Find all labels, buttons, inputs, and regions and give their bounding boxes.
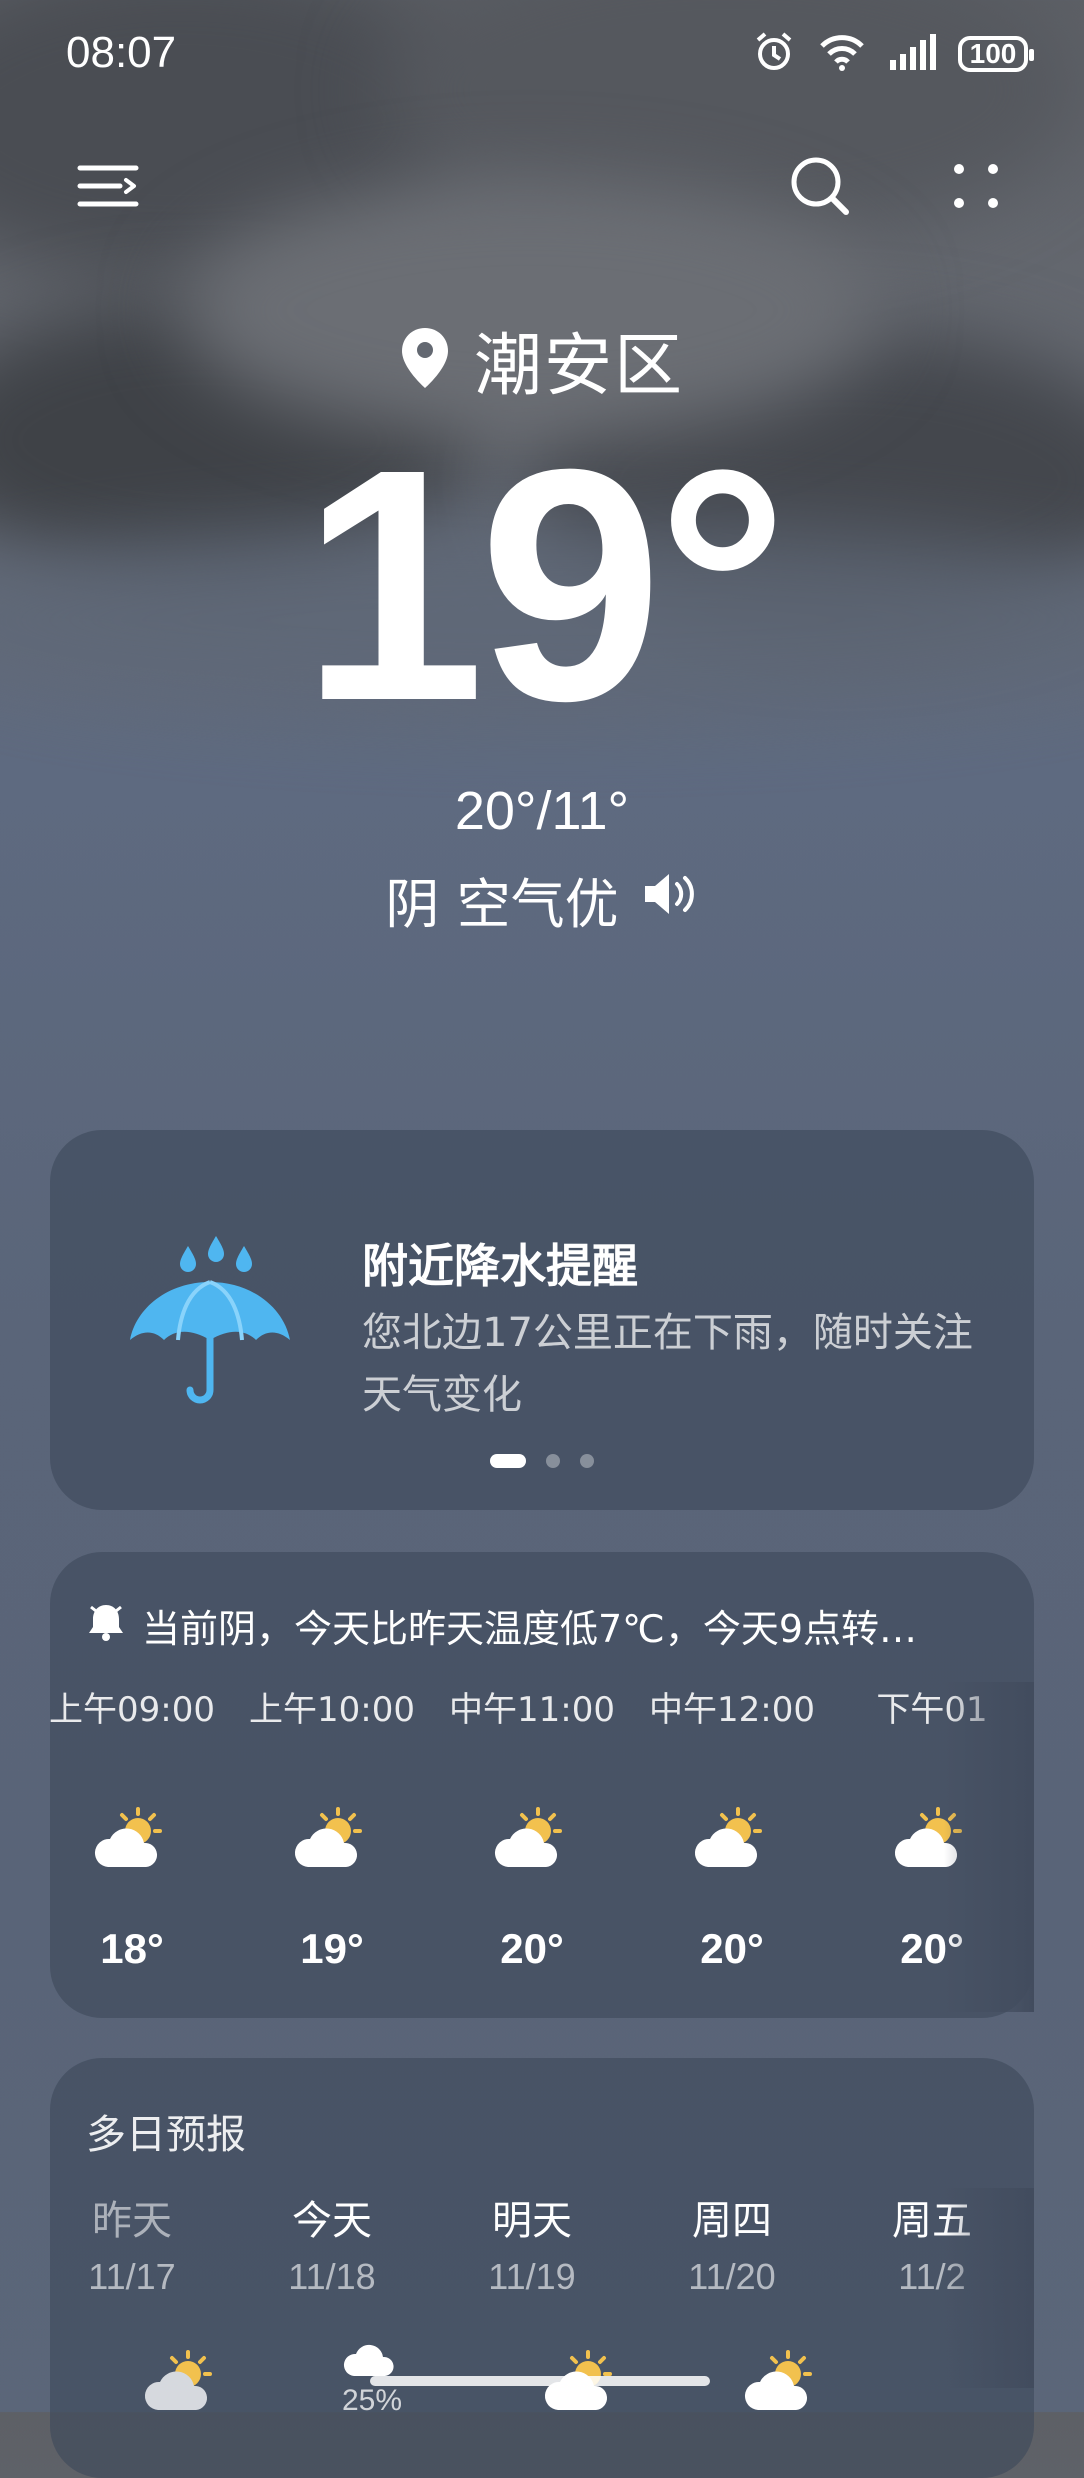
day-date: 11/19 — [488, 2256, 576, 2297]
day-name: 明天 — [492, 2198, 572, 2244]
bell-icon — [88, 1601, 124, 1650]
menu-icon — [76, 162, 140, 214]
day-name: 周四 — [692, 2198, 772, 2244]
page-dot — [580, 1454, 594, 1468]
battery-icon: 100 — [958, 36, 1034, 72]
hour-time: 中午11:00 — [449, 1690, 615, 1730]
menu-button[interactable] — [60, 140, 156, 236]
day-item: 明天 11/19 — [432, 2188, 632, 2298]
day-item: 今天 11/18 — [232, 2188, 432, 2298]
hourly-forecast-card[interactable]: 当前阴，今天比昨天温度低7℃，今天9点转… 上午09:00 18° 上午10:0… — [50, 1552, 1034, 2018]
hour-time: 上午10:00 — [249, 1690, 415, 1730]
hour-temp: 19° — [300, 1925, 364, 1972]
partly-cloudy-icon — [692, 1801, 772, 1881]
hour-item: 中午12:00 20° — [632, 1682, 832, 1973]
day-item: 周四 11/20 — [632, 2188, 832, 2298]
partly-cloudy-icon — [742, 2344, 822, 2418]
location-header[interactable]: 潮安区 — [0, 310, 1084, 409]
hour-item: 中午11:00 20° — [432, 1682, 632, 1973]
condition-row: 阴 空气优 — [0, 860, 1084, 939]
day-date: 11/18 — [288, 2256, 376, 2297]
current-temperature: 19° — [301, 400, 788, 769]
hour-item: 上午09:00 18° — [50, 1682, 232, 1973]
location-pin-icon — [400, 326, 450, 394]
hour-temp: 18° — [100, 1925, 164, 1972]
page-dot-active — [490, 1454, 526, 1468]
partly-cloudy-icon — [142, 2344, 222, 2418]
scroll-fade — [944, 1682, 1034, 2012]
day-name: 今天 — [292, 2198, 372, 2244]
partly-cloudy-icon — [492, 1801, 572, 1881]
umbrella-icon — [128, 1230, 292, 1412]
hour-item: 上午10:00 19° — [232, 1682, 432, 1973]
hourly-summary[interactable]: 当前阴，今天比昨天温度低7℃，今天9点转… — [88, 1598, 982, 1653]
search-button[interactable] — [772, 140, 868, 236]
partly-cloudy-icon — [92, 1801, 172, 1881]
more-button[interactable] — [928, 140, 1024, 236]
status-icons: 100 — [752, 30, 1034, 78]
page-dot — [546, 1454, 560, 1468]
hourly-summary-text: 当前阴，今天比昨天温度低7℃，今天9点转… — [142, 1607, 918, 1651]
day-date: 11/20 — [688, 2256, 776, 2297]
hour-time: 上午09:00 — [50, 1690, 215, 1730]
day-name: 昨天 — [92, 2198, 172, 2244]
status-time: 08:07 — [66, 28, 177, 77]
status-bar: 08:07 100 — [0, 0, 1084, 110]
rain-alert-card[interactable]: 附近降水提醒 您北边17公里正在下雨，随时关注天气变化 — [50, 1130, 1034, 1510]
condition-text: 阴 空气优 — [385, 873, 619, 936]
speaker-icon[interactable] — [641, 868, 699, 931]
more-icon — [951, 161, 1001, 215]
hour-temp: 20° — [500, 1925, 564, 1972]
hourly-list[interactable]: 上午09:00 18° 上午10:00 19° 中午11:00 20° 中午12… — [50, 1682, 1034, 2012]
partly-cloudy-icon — [292, 1801, 372, 1881]
home-indicator[interactable] — [370, 2376, 710, 2386]
alarm-icon — [752, 30, 796, 78]
scroll-fade — [944, 2188, 1034, 2388]
day-item: 昨天 11/17 — [50, 2188, 232, 2298]
signal-icon — [888, 34, 936, 74]
high-low-temperature: 20°/11° — [454, 781, 630, 841]
location-name: 潮安区 — [473, 327, 684, 406]
daily-forecast-title: 多日预报 — [86, 2112, 246, 2158]
rain-alert-title: 附近降水提醒 — [362, 1239, 638, 1293]
wifi-icon — [818, 32, 866, 76]
rain-alert-text: 您北边17公里正在下雨，随时关注天气变化 — [362, 1310, 973, 1418]
hour-time: 中午12:00 — [649, 1690, 815, 1730]
page-indicator — [50, 1454, 1034, 1468]
precip-chance: 25% — [342, 2384, 403, 2417]
hour-temp: 20° — [700, 1925, 764, 1972]
search-icon — [788, 154, 852, 222]
daily-forecast-card[interactable]: 多日预报 昨天 11/17 今天 11/18 明天 11/19 周四 11/20… — [50, 2058, 1034, 2478]
day-date: 11/17 — [88, 2256, 176, 2297]
